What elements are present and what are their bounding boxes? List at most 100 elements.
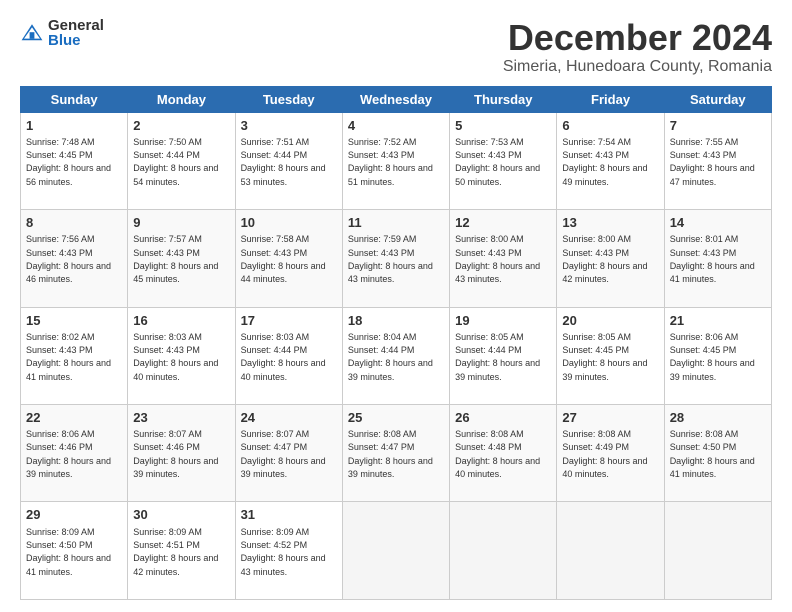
table-row: 25Sunrise: 8:08 AMSunset: 4:47 PMDayligh… [342,405,449,502]
table-row [557,502,664,600]
calendar-location: Simeria, Hunedoara County, Romania [503,58,772,76]
table-row [450,502,557,600]
calendar-week-row: 15Sunrise: 8:02 AMSunset: 4:43 PMDayligh… [21,307,772,404]
logo-icon [20,21,44,45]
table-row: 4 Sunrise: 7:52 AMSunset: 4:43 PMDaylight… [342,112,449,209]
table-row: 22 Sunrise: 8:06 AMSunset: 4:46 PMDayligh… [21,405,128,502]
day-info: Sunrise: 7:51 AMSunset: 4:44 PMDaylight:… [241,137,326,187]
day-number: 16 [133,312,229,330]
day-number: 4 [348,117,444,135]
day-number: 31 [241,506,337,524]
table-row: 29Sunrise: 8:09 AMSunset: 4:50 PMDayligh… [21,502,128,600]
col-friday: Friday [557,86,664,112]
table-row: 8 Sunrise: 7:56 AMSunset: 4:43 PMDaylight… [21,210,128,307]
col-saturday: Saturday [664,86,771,112]
table-row: 27 Sunrise: 8:08 AMSunset: 4:49 PMDayligh… [557,405,664,502]
day-info: Sunrise: 7:53 AMSunset: 4:43 PMDaylight:… [455,137,540,187]
table-row: 16 Sunrise: 8:03 AMSunset: 4:43 PMDayligh… [128,307,235,404]
logo: General Blue [20,18,104,48]
day-number: 28 [670,409,766,427]
table-row: 21 Sunrise: 8:06 AMSunset: 4:45 PMDayligh… [664,307,771,404]
day-info: Sunrise: 8:06 AMSunset: 4:45 PMDaylight:… [670,332,755,382]
table-row: 1 Sunrise: 7:48 AMSunset: 4:45 PMDaylight… [21,112,128,209]
day-number: 8 [26,214,122,232]
day-number: 24 [241,409,337,427]
table-row: 17Sunrise: 8:03 AMSunset: 4:44 PMDayligh… [235,307,342,404]
day-number: 14 [670,214,766,232]
day-info: Sunrise: 8:09 AMSunset: 4:51 PMDaylight:… [133,527,218,577]
table-row [664,502,771,600]
day-number: 5 [455,117,551,135]
logo-general-text: General [48,18,104,33]
day-number: 2 [133,117,229,135]
col-sunday: Sunday [21,86,128,112]
day-number: 17 [241,312,337,330]
table-row [342,502,449,600]
day-info: Sunrise: 8:08 AMSunset: 4:48 PMDaylight:… [455,429,540,479]
day-info: Sunrise: 8:09 AMSunset: 4:50 PMDaylight:… [26,527,111,577]
day-number: 19 [455,312,551,330]
table-row: 19 Sunrise: 8:05 AMSunset: 4:44 PMDayligh… [450,307,557,404]
logo-blue-text: Blue [48,33,104,48]
header: General Blue December 2024 Simeria, Hune… [20,18,772,76]
day-info: Sunrise: 8:08 AMSunset: 4:49 PMDaylight:… [562,429,647,479]
table-row: 31 Sunrise: 8:09 AMSunset: 4:52 PMDayligh… [235,502,342,600]
table-row: 28 Sunrise: 8:08 AMSunset: 4:50 PMDayligh… [664,405,771,502]
day-info: Sunrise: 8:07 AMSunset: 4:47 PMDaylight:… [241,429,326,479]
table-row: 18Sunrise: 8:04 AMSunset: 4:44 PMDayligh… [342,307,449,404]
day-info: Sunrise: 8:02 AMSunset: 4:43 PMDaylight:… [26,332,111,382]
day-info: Sunrise: 7:56 AMSunset: 4:43 PMDaylight:… [26,234,111,284]
table-row: 23Sunrise: 8:07 AMSunset: 4:46 PMDayligh… [128,405,235,502]
day-number: 10 [241,214,337,232]
calendar-title: December 2024 [503,18,772,58]
day-number: 9 [133,214,229,232]
page: General Blue December 2024 Simeria, Hune… [0,0,792,612]
day-number: 26 [455,409,551,427]
day-info: Sunrise: 7:54 AMSunset: 4:43 PMDaylight:… [562,137,647,187]
table-row: 3 Sunrise: 7:51 AMSunset: 4:44 PMDaylight… [235,112,342,209]
day-info: Sunrise: 8:06 AMSunset: 4:46 PMDaylight:… [26,429,111,479]
day-info: Sunrise: 7:50 AMSunset: 4:44 PMDaylight:… [133,137,218,187]
table-row: 20Sunrise: 8:05 AMSunset: 4:45 PMDayligh… [557,307,664,404]
day-number: 18 [348,312,444,330]
col-wednesday: Wednesday [342,86,449,112]
day-number: 7 [670,117,766,135]
day-number: 20 [562,312,658,330]
col-monday: Monday [128,86,235,112]
calendar-header-row: Sunday Monday Tuesday Wednesday Thursday… [21,86,772,112]
calendar-week-row: 22 Sunrise: 8:06 AMSunset: 4:46 PMDayligh… [21,405,772,502]
day-number: 3 [241,117,337,135]
day-info: Sunrise: 8:08 AMSunset: 4:50 PMDaylight:… [670,429,755,479]
day-info: Sunrise: 7:57 AMSunset: 4:43 PMDaylight:… [133,234,218,284]
day-number: 21 [670,312,766,330]
day-info: Sunrise: 8:05 AMSunset: 4:44 PMDaylight:… [455,332,540,382]
calendar-week-row: 1 Sunrise: 7:48 AMSunset: 4:45 PMDaylight… [21,112,772,209]
day-info: Sunrise: 7:52 AMSunset: 4:43 PMDaylight:… [348,137,433,187]
day-info: Sunrise: 7:55 AMSunset: 4:43 PMDaylight:… [670,137,755,187]
table-row: 7 Sunrise: 7:55 AMSunset: 4:43 PMDaylight… [664,112,771,209]
day-number: 25 [348,409,444,427]
title-block: December 2024 Simeria, Hunedoara County,… [503,18,772,76]
table-row: 30Sunrise: 8:09 AMSunset: 4:51 PMDayligh… [128,502,235,600]
calendar-week-row: 29Sunrise: 8:09 AMSunset: 4:50 PMDayligh… [21,502,772,600]
table-row: 6Sunrise: 7:54 AMSunset: 4:43 PMDaylight… [557,112,664,209]
table-row: 12Sunrise: 8:00 AMSunset: 4:43 PMDayligh… [450,210,557,307]
day-number: 22 [26,409,122,427]
col-thursday: Thursday [450,86,557,112]
calendar-week-row: 8 Sunrise: 7:56 AMSunset: 4:43 PMDaylight… [21,210,772,307]
table-row: 13Sunrise: 8:00 AMSunset: 4:43 PMDayligh… [557,210,664,307]
table-row: 15Sunrise: 8:02 AMSunset: 4:43 PMDayligh… [21,307,128,404]
calendar-table: Sunday Monday Tuesday Wednesday Thursday… [20,86,772,600]
table-row: 9 Sunrise: 7:57 AMSunset: 4:43 PMDaylight… [128,210,235,307]
day-number: 27 [562,409,658,427]
table-row: 24 Sunrise: 8:07 AMSunset: 4:47 PMDayligh… [235,405,342,502]
day-info: Sunrise: 8:00 AMSunset: 4:43 PMDaylight:… [455,234,540,284]
day-info: Sunrise: 8:03 AMSunset: 4:43 PMDaylight:… [133,332,218,382]
table-row: 5 Sunrise: 7:53 AMSunset: 4:43 PMDaylight… [450,112,557,209]
day-info: Sunrise: 7:58 AMSunset: 4:43 PMDaylight:… [241,234,326,284]
day-info: Sunrise: 7:48 AMSunset: 4:45 PMDaylight:… [26,137,111,187]
day-info: Sunrise: 8:07 AMSunset: 4:46 PMDaylight:… [133,429,218,479]
day-number: 1 [26,117,122,135]
day-info: Sunrise: 8:09 AMSunset: 4:52 PMDaylight:… [241,527,326,577]
day-info: Sunrise: 8:00 AMSunset: 4:43 PMDaylight:… [562,234,647,284]
